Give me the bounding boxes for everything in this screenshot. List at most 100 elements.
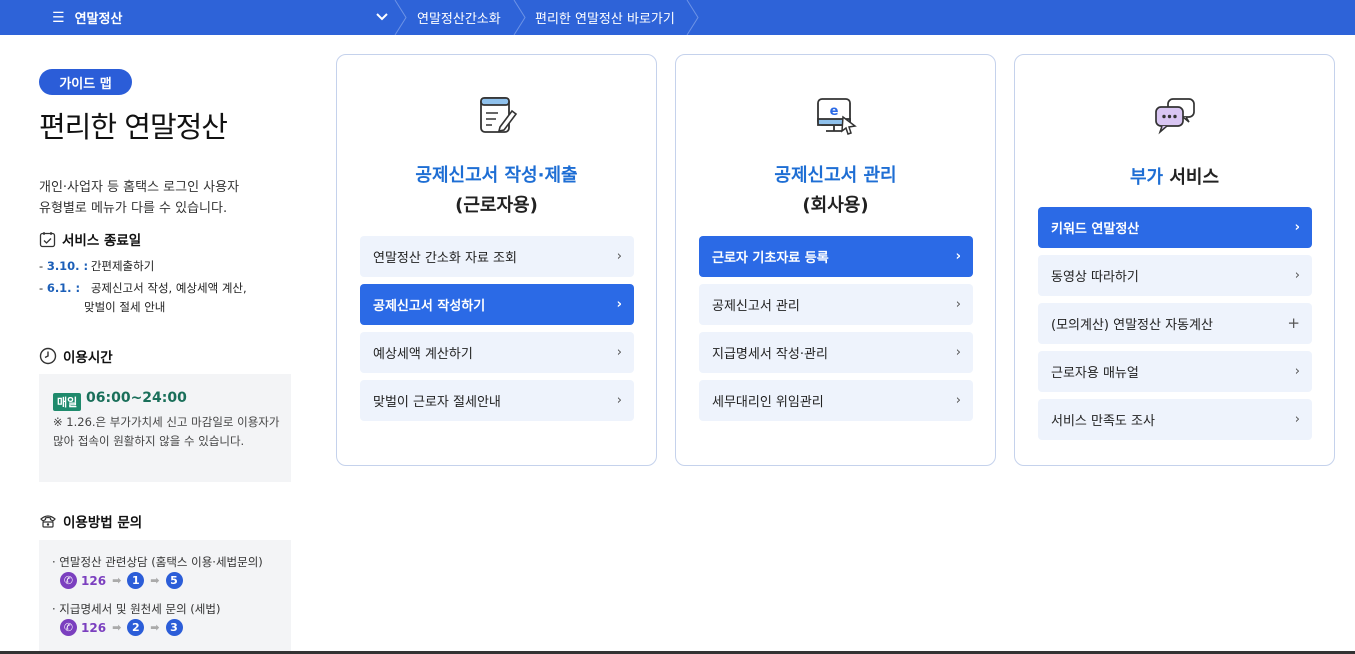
menu-item-video[interactable]: 동영상 따라하기 ›: [1038, 255, 1312, 296]
inquiry-box: · 연말정산 관련상담 (홈택스 이용·세법문의) ✆ 126 ➡ 1 ➡ 5 …: [39, 540, 291, 654]
arrow-icon: ➡: [112, 574, 122, 587]
step-number: 1: [127, 572, 145, 589]
menu-item-label: 지급명세서 작성·관리: [712, 347, 828, 362]
monitor-e-icon: e: [816, 98, 857, 135]
menu-item-tax-estimate[interactable]: 예상세액 계산하기 ›: [360, 332, 634, 373]
usage-time-box: 매일 06:00~24:00 ※ 1.26.은 부가가치세 신고 마감일로 이용…: [39, 374, 291, 482]
chevron-right-icon: ›: [616, 249, 622, 264]
end-date-item: - 6.1. : 공제신고서 작성, 예상세액 계산,: [39, 279, 247, 298]
card-title-rest: 서비스: [1163, 167, 1220, 188]
chevron-right-icon: ›: [955, 393, 961, 408]
guide-map-button[interactable]: 가이드 맵: [39, 69, 132, 95]
arrow-icon: ➡: [112, 621, 122, 634]
chevron-right-icon: ›: [616, 345, 622, 360]
usage-time-heading: 이용시간: [39, 346, 113, 366]
breadcrumb-separator-icon: [394, 0, 407, 35]
menu-item-dual-income[interactable]: 맞벌이 근로자 절세안내 ›: [360, 380, 634, 421]
time-value: 06:00~24:00: [86, 390, 187, 406]
menu-item-label: 맞벌이 근로자 절세안내: [373, 395, 501, 410]
menu-item-label: 연말정산 간소화 자료 조회: [373, 251, 517, 266]
phone-path: ✆ 126 ➡ 2 ➡ 3: [60, 619, 183, 636]
menu-item-worker-basic[interactable]: 근로자 기초자료 등록 ›: [699, 236, 973, 277]
clock-icon: [39, 347, 57, 365]
chevron-right-icon: ›: [1294, 412, 1300, 427]
breadcrumb-separator-icon: [686, 0, 699, 35]
breadcrumb-simplified[interactable]: 연말정산간소화: [417, 0, 501, 35]
card-subtitle: (회사용): [802, 195, 869, 216]
arrow-icon: ➡: [150, 574, 160, 587]
menu-item-label: 서비스 만족도 조사: [1051, 414, 1155, 429]
menu-label: 연말정산: [74, 12, 123, 27]
menu-item-label: 근로자 기초자료 등록: [712, 251, 829, 266]
step-number: 2: [127, 619, 145, 636]
menu-item-label: 공제신고서 작성하기: [373, 299, 486, 314]
time-note: ※ 1.26.은 부가가치세 신고 마감일로 이용자가 많아 접속이 원활하지 …: [53, 415, 280, 448]
menu-item-write-deduction[interactable]: 공제신고서 작성하기 ›: [360, 284, 634, 325]
daily-badge: 매일: [53, 393, 82, 411]
phone-number: 126: [81, 573, 107, 588]
menu-item-payment-statement[interactable]: 지급명세서 작성·관리 ›: [699, 332, 973, 373]
chevron-down-icon[interactable]: [374, 9, 390, 25]
inquiry-label: · 지급명세서 및 원천세 문의 (세법): [52, 602, 221, 616]
top-nav-bar: ☰ 연말정산 연말정산간소화 편리한 연말정산 바로가기: [0, 0, 1355, 35]
svg-text:e: e: [829, 104, 838, 119]
end-date: 6.1. :: [46, 281, 81, 295]
menu-item-label: 근로자용 매뉴얼: [1051, 366, 1139, 381]
chevron-right-icon: ›: [1294, 220, 1300, 235]
phone-icon: ✆: [60, 572, 77, 589]
menu-button[interactable]: ☰ 연말정산: [52, 0, 122, 35]
chevron-right-icon: ›: [955, 297, 961, 312]
end-date-text: 간편제출하기: [90, 259, 155, 273]
menu-item-deduction-manage[interactable]: 공제신고서 관리 ›: [699, 284, 973, 325]
card-title: 공제신고서 관리: [774, 165, 897, 186]
menu-item-manual[interactable]: 근로자용 매뉴얼 ›: [1038, 351, 1312, 392]
menu-item-agent-delegation[interactable]: 세무대리인 위임관리 ›: [699, 380, 973, 421]
chevron-right-icon: ›: [955, 345, 961, 360]
breadcrumb-shortcut[interactable]: 편리한 연말정산 바로가기: [535, 0, 675, 35]
inquiry-title: 이용방법 문의: [63, 515, 143, 531]
calendar-check-icon: [39, 231, 56, 247]
chevron-right-icon: ›: [1294, 364, 1300, 379]
chat-bubbles-icon: [1154, 98, 1195, 135]
menu-item-survey[interactable]: 서비스 만족도 조사 ›: [1038, 399, 1312, 440]
chevron-right-icon: ›: [955, 249, 961, 264]
arrow-icon: ➡: [150, 621, 160, 634]
menu-item-label: (모의계산) 연말정산 자동계산: [1051, 318, 1213, 333]
card-subtitle: (근로자용): [455, 195, 538, 216]
usage-time-title: 이용시간: [63, 350, 113, 366]
description-line: 개인·사업자 등 홈택스 로그인 사용자: [39, 180, 240, 195]
menu-item-label: 예상세액 계산하기: [373, 347, 473, 362]
card-deduction-manage: e 공제신고서 관리 (회사용) 근로자 기초자료 등록 › 공제신고서 관리 › …: [675, 54, 996, 466]
end-date: 3.10. :: [46, 259, 89, 273]
plus-icon: +: [1287, 314, 1300, 332]
menu-item-label: 공제신고서 관리: [712, 299, 800, 314]
menu-item-label: 키워드 연말정산: [1051, 222, 1140, 237]
step-number: 3: [165, 619, 183, 636]
telephone-icon: [40, 515, 56, 528]
menu-item-simplified-lookup[interactable]: 연말정산 간소화 자료 조회 ›: [360, 236, 634, 277]
inquiry-heading: 이용방법 문의: [39, 511, 142, 531]
phone-number: 126: [81, 620, 107, 635]
menu-item-keyword[interactable]: 키워드 연말정산 ›: [1038, 207, 1312, 248]
end-date-text: 공제신고서 작성, 예상세액 계산,: [90, 281, 247, 295]
card-title: 공제신고서 작성·제출: [415, 165, 578, 186]
phone-icon: ✆: [60, 619, 77, 636]
end-date-item: - 3.10. : 간편제출하기: [39, 257, 154, 276]
card-deduction-submit: 공제신고서 작성·제출 (근로자용) 연말정산 간소화 자료 조회 › 공제신고서…: [336, 54, 657, 466]
end-date-text-cont: 맞벌이 절세 안내: [84, 300, 166, 314]
card-title: 부가 서비스: [1015, 163, 1334, 189]
hamburger-icon: ☰: [52, 9, 65, 26]
page-description: 개인·사업자 등 홈택스 로그인 사용자 유형별로 메뉴가 다를 수 있습니다.: [39, 177, 239, 219]
phone-path: ✆ 126 ➡ 1 ➡ 5: [60, 572, 183, 589]
chevron-right-icon: ›: [616, 297, 622, 312]
breadcrumb-separator-icon: [513, 0, 526, 35]
description-line: 유형별로 메뉴가 다를 수 있습니다.: [39, 201, 228, 216]
menu-item-label: 동영상 따라하기: [1051, 270, 1139, 285]
menu-item-auto-calc[interactable]: (모의계산) 연말정산 자동계산 +: [1038, 303, 1312, 344]
page-title: 편리한 연말정산: [39, 110, 228, 144]
document-edit-icon: [479, 97, 517, 133]
chevron-right-icon: ›: [616, 393, 622, 408]
inquiry-label: · 연말정산 관련상담 (홈택스 이용·세법문의): [52, 555, 263, 569]
card-extra-services: 부가 서비스 키워드 연말정산 › 동영상 따라하기 › (모의계산) 연말정산 자…: [1014, 54, 1335, 466]
card-title-accent: 부가: [1129, 167, 1164, 188]
